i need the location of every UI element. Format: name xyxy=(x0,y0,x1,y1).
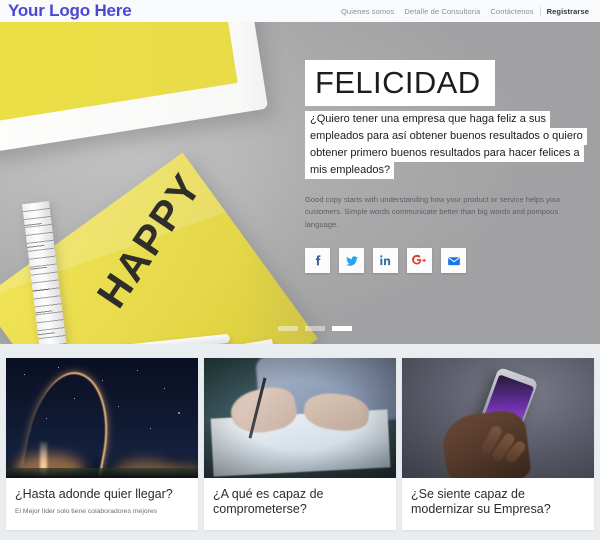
email-icon xyxy=(447,256,460,265)
carousel-dot[interactable] xyxy=(305,326,325,331)
hero-title-wrap: FELICIDAD xyxy=(305,60,495,106)
feature-card-image xyxy=(402,358,594,478)
feature-card[interactable]: ¿Se siente capaz de modernizar su Empres… xyxy=(402,358,594,530)
carousel-dot-active[interactable] xyxy=(332,326,352,331)
social-buttons xyxy=(305,248,590,274)
hero-paragraph-line: obtener primero buenos resultados para h… xyxy=(305,144,584,162)
feature-card-body: ¿Se siente capaz de modernizar su Empres… xyxy=(402,478,594,517)
feature-card-title: ¿A qué es capaz de comprometerse? xyxy=(213,487,324,516)
feature-card-list: ¿Hasta adonde quier llegar? El Mejor líd… xyxy=(6,358,594,530)
linkedin-button[interactable] xyxy=(373,248,398,274)
nav-item-detalle-de-consultoria[interactable]: Detalle de Consultoria xyxy=(399,7,485,16)
horizon-line xyxy=(6,468,198,478)
nav-item-quienes-somos[interactable]: Quienes somos xyxy=(336,7,399,16)
google-plus-button[interactable] xyxy=(407,248,432,274)
carousel-indicators xyxy=(278,326,352,331)
feature-card-body: ¿A qué es capaz de comprometerse? xyxy=(204,478,396,517)
facebook-icon xyxy=(315,255,321,266)
smartphone-in-hand-illustration xyxy=(402,358,594,478)
feature-card-image xyxy=(6,358,198,478)
twitter-icon xyxy=(345,255,358,266)
feature-card-title: ¿Se siente capaz de modernizar su Empres… xyxy=(411,487,551,516)
carousel-dot[interactable] xyxy=(278,326,298,331)
twitter-button[interactable] xyxy=(339,248,364,274)
feature-card-body: ¿Hasta adonde quier llegar? El Mejor líd… xyxy=(6,478,198,517)
hero-content: FELICIDAD ¿Quiero tener una empresa que … xyxy=(305,60,590,274)
hero-paragraph-line: ¿Quiero tener una empresa que haga feliz… xyxy=(305,110,551,128)
hero-paragraph-line: mis empleados? xyxy=(305,161,395,179)
hero-paragraph: ¿Quiero tener una empresa que haga feliz… xyxy=(305,110,590,179)
vignette xyxy=(204,358,396,478)
feature-card-subtitle: El Mejor líder solo tiene colaboradores … xyxy=(15,508,158,515)
hero-subtext: Good copy starts with understanding how … xyxy=(305,194,561,229)
rocket-launch-illustration xyxy=(6,358,198,478)
hero-title: FELICIDAD xyxy=(305,60,495,106)
signing-document-illustration xyxy=(204,358,396,478)
email-button[interactable] xyxy=(441,248,466,274)
site-header: Your Logo Here Quienes somos Detalle de … xyxy=(0,0,600,22)
site-logo[interactable]: Your Logo Here xyxy=(8,1,132,21)
nav-item-registrarse[interactable]: Registrarse xyxy=(539,6,594,16)
feature-card-title: ¿Hasta adonde quier llegar? xyxy=(15,487,173,501)
feature-card-image xyxy=(204,358,396,478)
linkedin-icon xyxy=(380,255,391,266)
feature-card[interactable]: ¿Hasta adonde quier llegar? El Mejor líd… xyxy=(6,358,198,530)
google-plus-icon xyxy=(412,254,426,265)
hero-banner: HAPPY FELICIDAD ¿Quiero tener una empres… xyxy=(0,22,600,344)
facebook-button[interactable] xyxy=(305,248,330,274)
feature-card[interactable]: ¿A qué es capaz de comprometerse? xyxy=(204,358,396,530)
features-section: ¿Hasta adonde quier llegar? El Mejor líd… xyxy=(0,344,600,540)
main-navigation: Quienes somos Detalle de Consultoria Con… xyxy=(336,6,594,16)
hero-paragraph-line: empleados para así obtener buenos result… xyxy=(305,127,587,145)
nav-item-contactenos[interactable]: Contáctenos xyxy=(485,7,538,16)
